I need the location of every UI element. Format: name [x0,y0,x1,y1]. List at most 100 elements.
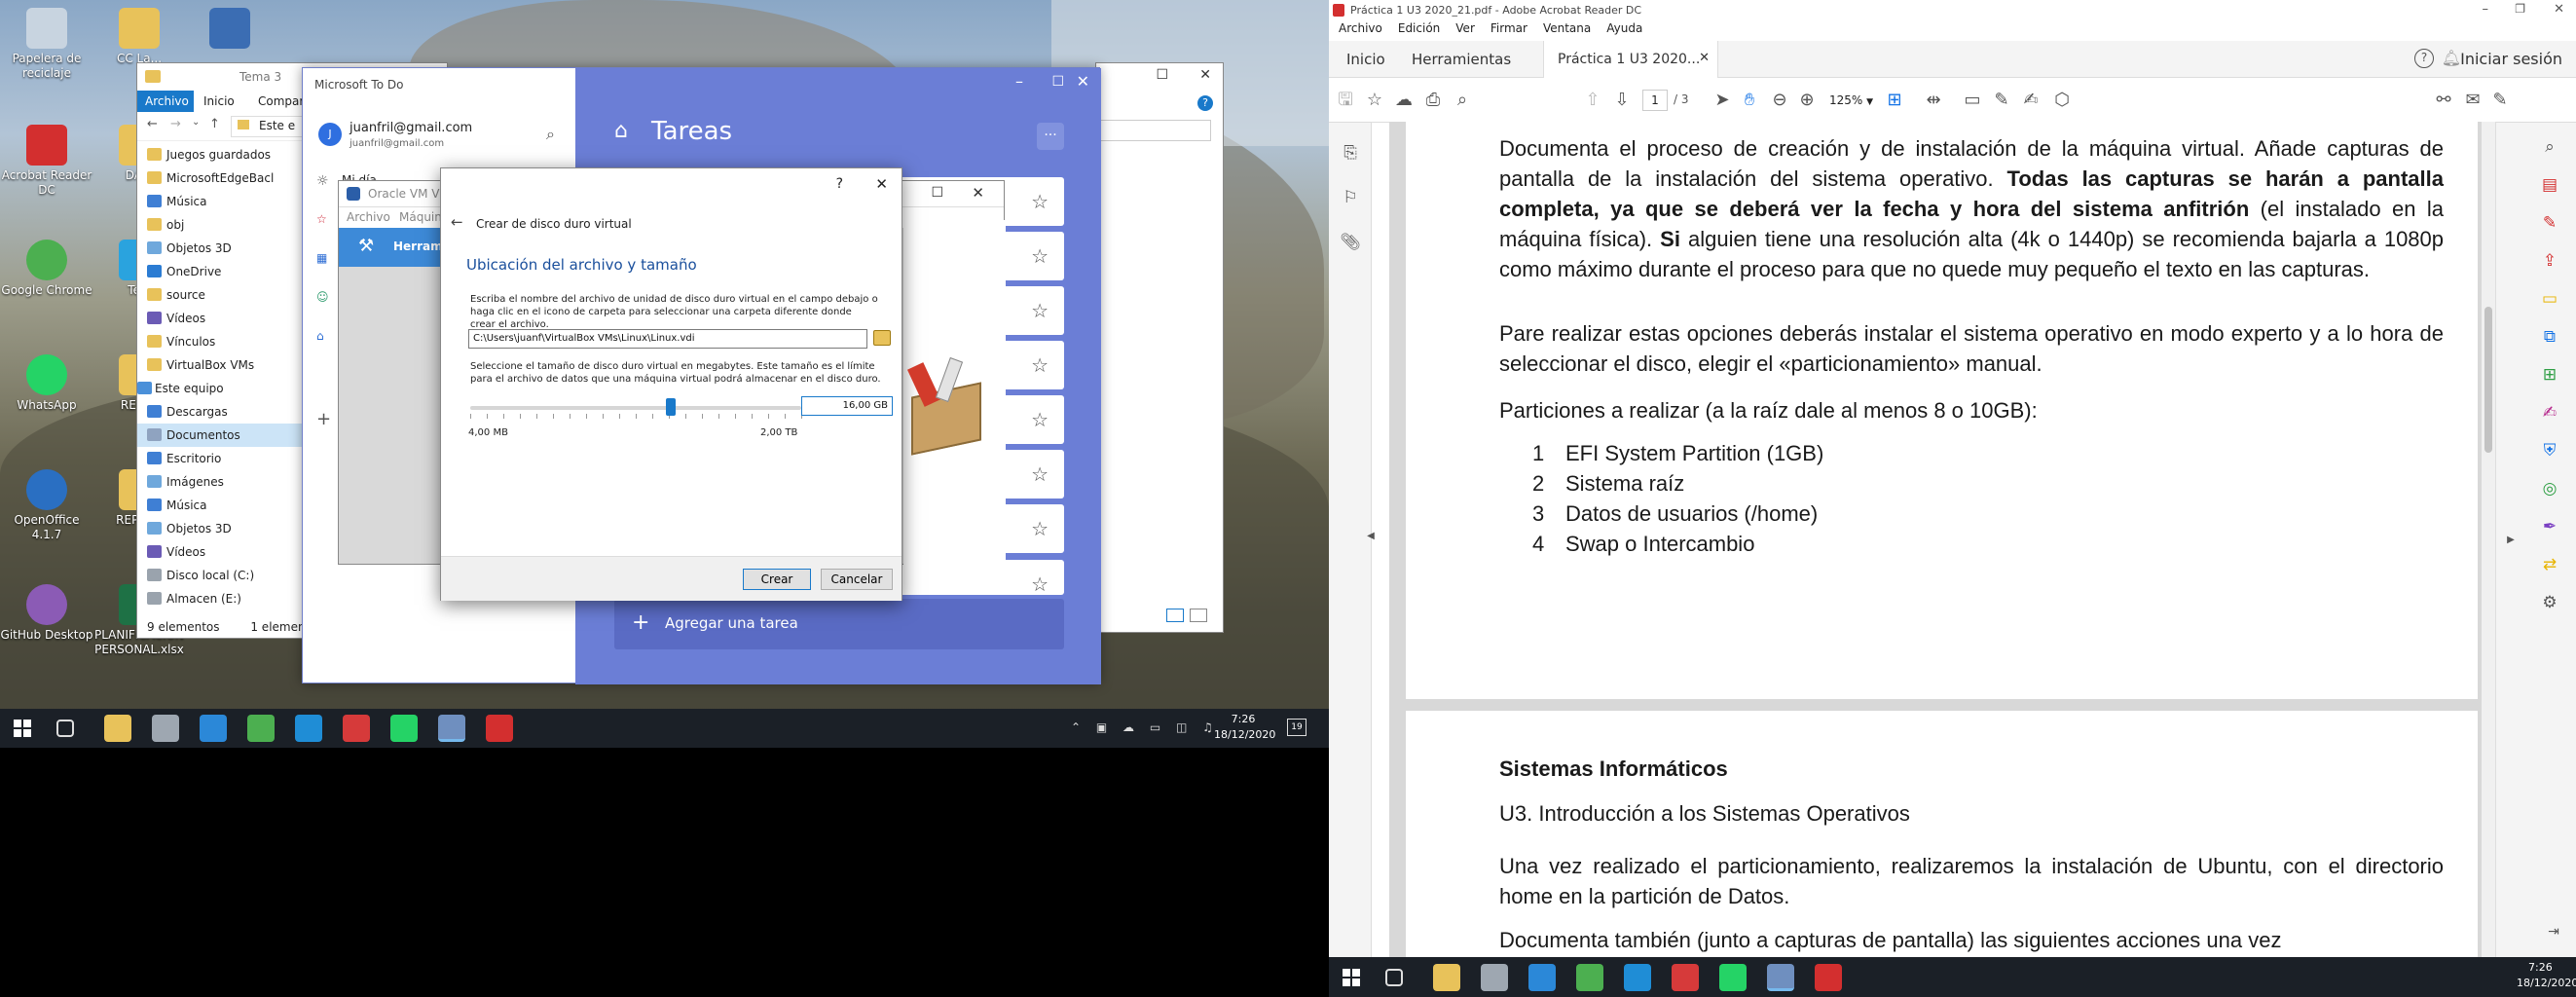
start-windows-icon[interactable] [14,720,31,737]
menu-firmar[interactable]: Firmar [1490,21,1527,35]
close-tab-icon[interactable]: ✕ [1699,51,1710,65]
export-pdf-icon[interactable]: ⇪ [2539,250,2560,272]
close-button[interactable]: ✕ [875,175,888,193]
page-thumbnails-icon[interactable]: ⎘ [1340,142,1361,164]
tray-icons[interactable]: ⌃ ▣ ☁ ▭ ◫ ♫ [1071,720,1219,734]
todo-icon[interactable] [200,715,227,742]
chevron-down-icon[interactable]: ⌄ [192,117,200,128]
avatar[interactable]: J [318,123,342,146]
scroll-mode-icon[interactable]: ⇹ [1923,90,1944,111]
bell-icon[interactable]: 🔔︎ [2442,49,2461,67]
clock-time[interactable]: 7:26 [1229,713,1258,725]
scrollbar[interactable] [2482,122,2495,957]
comment-tool-icon[interactable]: ▭ [2539,288,2560,310]
create-virtual-disk-dialog[interactable]: ? ✕ ← Crear de disco duro virtual Ubicac… [440,167,902,601]
help-icon[interactable]: ? [2414,49,2434,68]
zoom-in-icon[interactable]: ⊕ [1796,90,1818,111]
desktop-shortcut[interactable]: Papelera de reciclaje [0,8,93,81]
create-button[interactable]: Crear [743,569,811,590]
search-input[interactable] [1096,120,1211,141]
sign-tool-icon[interactable]: ✒ [2539,516,2560,537]
clock-time[interactable]: 7:26 [2528,961,2553,974]
search-icon[interactable]: ⌕ [1452,90,1473,111]
clock-date[interactable]: 18/12/2020 [1214,728,1275,741]
folder-browse-icon[interactable] [873,330,891,346]
maximize-icon[interactable]: ☐ [1051,74,1064,90]
maximize-icon[interactable]: ☐ [931,185,943,201]
whatsapp-icon[interactable] [1719,964,1747,991]
optimize-icon[interactable]: ◎ [2539,478,2560,499]
tab-document[interactable]: Práctica 1 U3 2020... ✕ [1543,41,1718,78]
account-email[interactable]: juanfril@gmail.com [350,121,472,135]
tab-inicio[interactable]: Inicio [1346,51,1385,68]
desktop-shortcut[interactable]: Google Chrome [0,240,93,298]
size-slider[interactable] [470,398,802,422]
desktop-shortcut[interactable]: Acrobat Reader DC [0,125,93,198]
up-arrow-icon[interactable]: ↑ [209,117,220,131]
ribbon-tab-inicio[interactable]: Inicio [203,94,235,108]
star-icon[interactable]: ☆ [1031,517,1049,540]
search-icon[interactable]: ⌕ [546,125,555,144]
highlight-pen-icon[interactable]: ✎ [1991,90,2012,111]
more-options-icon[interactable]: ··· [1037,123,1064,150]
whatsapp-icon[interactable] [390,715,418,742]
desktop-shortcut[interactable]: CC La... [92,8,186,66]
collapse-left-icon[interactable]: ◀ [1360,526,1381,547]
save-icon[interactable]: 🖫︎ [1335,90,1356,111]
attachment-icon[interactable]: 📎︎ [1340,232,1361,253]
minimize-icon[interactable]: – [1015,72,1023,91]
desktop-shortcut[interactable]: WhatsApp [0,354,93,413]
chrome-icon[interactable] [1576,964,1603,991]
sign-icon[interactable]: ✍︎ [2020,90,2042,111]
search-tool-icon[interactable]: ⌕ [2539,136,2560,158]
desktop-shortcut[interactable] [183,8,276,52]
file-explorer-icon[interactable] [1433,964,1460,991]
menu-archivo[interactable]: Archivo [1339,21,1382,35]
create-pdf-icon[interactable]: ▤ [2539,174,2560,196]
size-value-input[interactable]: 16,00 GB [801,396,893,416]
chrome-icon[interactable] [247,715,275,742]
close-icon[interactable]: ✕ [972,184,984,202]
star-icon[interactable]: ☆ [1364,90,1385,111]
virtualbox-icon[interactable] [1767,964,1794,991]
menu-ventana[interactable]: Ventana [1543,21,1591,35]
file-path-input[interactable]: C:\Users\juanf\VirtualBox VMs\Linux\Linu… [468,329,867,349]
start-windows-icon[interactable] [1343,969,1360,986]
fill-sign-icon[interactable]: ⬡ [2051,90,2073,111]
details-view-icon[interactable] [1166,609,1184,622]
edge-icon[interactable] [295,715,322,742]
comment-icon[interactable]: ▭ [1962,90,1983,111]
edge-icon[interactable] [1624,964,1651,991]
close-icon[interactable]: ✕ [2554,2,2564,17]
acrobat-icon[interactable] [1815,964,1842,991]
virtualbox-icon[interactable] [438,715,465,742]
link-tool-icon[interactable]: ⚯ [2433,90,2454,111]
menu-archivo[interactable]: Archivo [347,210,390,224]
menu-ayuda[interactable]: Ayuda [1606,21,1642,35]
pdf-app-icon[interactable] [343,715,370,742]
background-window[interactable]: ✕ ☐ ? [1095,62,1224,633]
more-tools-icon[interactable]: ⚙ [2539,592,2560,613]
protect-icon[interactable]: ⛨ [2539,440,2560,462]
snipping-tool-icon[interactable] [1481,964,1508,991]
restore-icon[interactable]: ❐ [2515,2,2525,16]
star-icon[interactable]: ☆ [1031,190,1049,213]
zoom-level-select[interactable]: 125% ▼ [1829,90,1878,111]
print-icon[interactable]: ⎙ [1422,90,1444,111]
tools-item[interactable]: ⚒ Herramie [339,228,456,267]
clock-date[interactable]: 18/12/2020 [2517,977,2576,989]
zoom-out-icon[interactable]: ⊖ [1769,90,1790,111]
help-icon[interactable]: ? [1197,95,1213,111]
maximize-icon[interactable]: ☐ [1156,67,1168,83]
minimize-icon[interactable]: – [2483,2,2489,17]
star-icon[interactable]: ☆ [1031,299,1049,322]
close-icon[interactable]: ✕ [1199,67,1211,83]
add-list-icon[interactable]: + [316,409,331,429]
menu-maquina[interactable]: Máquin [399,210,442,224]
page-up-icon[interactable]: ⇧ [1582,90,1603,111]
organize-pages-icon[interactable]: ⊞ [2539,364,2560,386]
menu-edicion[interactable]: Edición [1398,21,1440,35]
desktop-shortcut[interactable]: GitHub Desktop [0,584,93,643]
page-down-icon[interactable]: ⇩ [1611,90,1633,111]
snipping-tool-icon[interactable] [152,715,179,742]
